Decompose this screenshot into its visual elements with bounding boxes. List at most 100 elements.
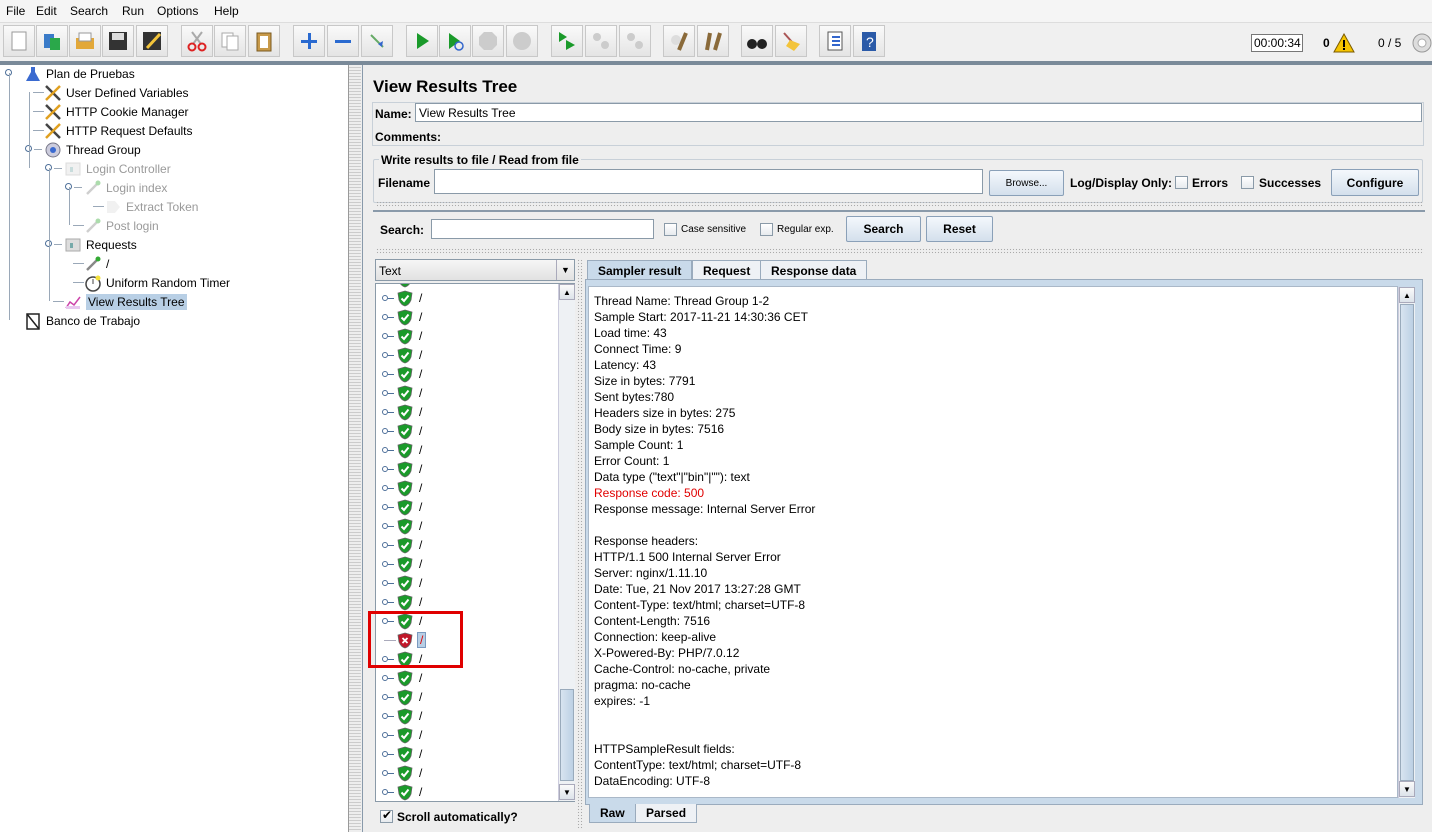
menu-run[interactable]: Run	[122, 4, 144, 18]
tree-node-banco-de-trabajo[interactable]: Banco de Trabajo	[24, 311, 140, 330]
test-plan-tree[interactable]: Plan de Pruebas User Defined Variables HTT…	[0, 65, 349, 832]
result-row-success[interactable]: /	[376, 707, 556, 726]
tab-request[interactable]: Request	[692, 260, 762, 280]
result-row-success[interactable]: /	[376, 498, 556, 517]
result-row-success[interactable]: /	[376, 327, 556, 346]
copy-button[interactable]	[214, 25, 246, 57]
result-row-success[interactable]: /	[376, 441, 556, 460]
split-divider-top[interactable]	[376, 201, 1424, 207]
configure-button[interactable]: Configure	[1331, 169, 1419, 196]
results-list[interactable]: / / / / / / / / / / / / / / / / / / / / / / / / / / /	[376, 284, 558, 801]
results-scrollbar[interactable]: ▲ ▼	[558, 284, 575, 801]
new-button[interactable]	[3, 25, 35, 57]
tab-parsed[interactable]: Parsed	[635, 804, 698, 823]
menu-file[interactable]: File	[6, 4, 25, 18]
tree-node-thread-group[interactable]: Thread Group	[44, 140, 141, 159]
reset-button[interactable]: Reset	[926, 216, 993, 242]
templates-button[interactable]	[36, 25, 68, 57]
clear-button[interactable]	[663, 25, 695, 57]
renderer-select[interactable]: Text ▼	[375, 259, 575, 281]
tree-node-http-cookie-manager[interactable]: HTTP Cookie Manager	[44, 102, 189, 121]
collapse-button[interactable]	[327, 25, 359, 57]
result-row-success[interactable]: /	[376, 384, 556, 403]
scroll-up-icon[interactable]: ▲	[1399, 287, 1415, 303]
browse-button[interactable]: Browse...	[989, 170, 1064, 196]
expand-button[interactable]	[293, 25, 325, 57]
split-divider-search[interactable]	[376, 248, 1424, 254]
result-row-success[interactable]: /	[376, 783, 556, 801]
successes-checkbox[interactable]	[1241, 176, 1254, 189]
result-row-success[interactable]: /	[376, 308, 556, 327]
tree-node-view-results-tree[interactable]: View Results Tree	[64, 292, 187, 311]
tab-raw[interactable]: Raw	[589, 804, 636, 823]
scroll-thumb[interactable]	[1400, 304, 1414, 781]
toggle-button[interactable]	[361, 25, 393, 57]
results-split-divider[interactable]	[577, 259, 583, 829]
search-button[interactable]	[741, 25, 773, 57]
search-button[interactable]: Search	[846, 216, 921, 242]
result-row-success[interactable]: /	[376, 403, 556, 422]
tree-node-uniform-random-timer[interactable]: Uniform Random Timer	[84, 273, 230, 292]
tree-node-login-controller[interactable]: Login Controller	[64, 159, 171, 178]
sampler-scrollbar[interactable]: ▲ ▼	[1398, 287, 1415, 798]
result-row-success[interactable]: /	[376, 555, 556, 574]
clear-all-button[interactable]	[697, 25, 729, 57]
menu-options[interactable]: Options	[157, 4, 198, 18]
menu-edit[interactable]: Edit	[36, 4, 57, 18]
tree-node-post-login[interactable]: Post login	[84, 216, 159, 235]
search-input[interactable]	[431, 219, 654, 239]
result-row-success[interactable]: /	[376, 460, 556, 479]
reset-search-button[interactable]	[775, 25, 807, 57]
shutdown-button[interactable]	[506, 25, 538, 57]
remote-stop-all-button[interactable]	[585, 25, 617, 57]
result-row-success[interactable]: /	[376, 574, 556, 593]
tree-node-login-index[interactable]: Login index	[84, 178, 167, 197]
result-row-success[interactable]: /	[376, 346, 556, 365]
tree-node-http-request-root[interactable]: /	[84, 254, 109, 273]
stop-button[interactable]	[472, 25, 504, 57]
start-no-pause-button[interactable]	[439, 25, 471, 57]
help-button[interactable]: ?	[853, 25, 885, 57]
result-row-success[interactable]: /	[376, 669, 556, 688]
scroll-down-icon[interactable]: ▼	[559, 784, 575, 800]
result-row-success[interactable]: /	[376, 479, 556, 498]
remote-shutdown-all-button[interactable]	[619, 25, 651, 57]
split-pane-divider[interactable]	[349, 65, 361, 832]
tree-node-http-request-defaults[interactable]: HTTP Request Defaults	[44, 121, 193, 140]
save-as-button[interactable]	[136, 25, 168, 57]
tree-node-requests[interactable]: Requests	[64, 235, 137, 254]
errors-checkbox[interactable]	[1175, 176, 1188, 189]
result-row-success[interactable]: /	[376, 593, 556, 612]
sampler-result-text[interactable]: Thread Name: Thread Group 1-2 Sample Star…	[588, 286, 1398, 798]
start-button[interactable]	[406, 25, 438, 57]
name-field[interactable]	[415, 103, 1422, 122]
tree-node-user-defined-variables[interactable]: User Defined Variables	[44, 83, 189, 102]
tab-response-data[interactable]: Response data	[760, 260, 868, 280]
scroll-automatically-checkbox[interactable]: ✔	[380, 808, 393, 823]
scroll-down-icon[interactable]: ▼	[1399, 781, 1415, 797]
function-helper-button[interactable]	[819, 25, 851, 57]
cut-button[interactable]	[181, 25, 213, 57]
scroll-up-icon[interactable]: ▲	[559, 284, 575, 300]
result-row-success[interactable]: /	[376, 289, 556, 308]
case-sensitive-checkbox[interactable]	[664, 223, 677, 236]
tab-sampler-result[interactable]: Sampler result	[587, 260, 693, 280]
result-row-success[interactable]: /	[376, 726, 556, 745]
menu-help[interactable]: Help	[214, 4, 239, 18]
result-row-success[interactable]: /	[376, 365, 556, 384]
result-row-success[interactable]: /	[376, 688, 556, 707]
remote-start-all-button[interactable]	[551, 25, 583, 57]
result-row-success[interactable]: /	[376, 536, 556, 555]
menu-search[interactable]: Search	[70, 4, 108, 18]
save-button[interactable]	[102, 25, 134, 57]
tree-node-plan-de-pruebas[interactable]: Plan de Pruebas	[24, 64, 135, 83]
result-row-success[interactable]: /	[376, 517, 556, 536]
scroll-thumb[interactable]	[560, 689, 574, 781]
result-row-success[interactable]: /	[376, 422, 556, 441]
tree-node-extract-token[interactable]: Extract Token	[104, 197, 198, 216]
regular-exp-checkbox[interactable]	[760, 223, 773, 236]
result-row-success[interactable]: /	[376, 745, 556, 764]
open-button[interactable]	[69, 25, 101, 57]
paste-button[interactable]	[248, 25, 280, 57]
result-row-success[interactable]: /	[376, 764, 556, 783]
